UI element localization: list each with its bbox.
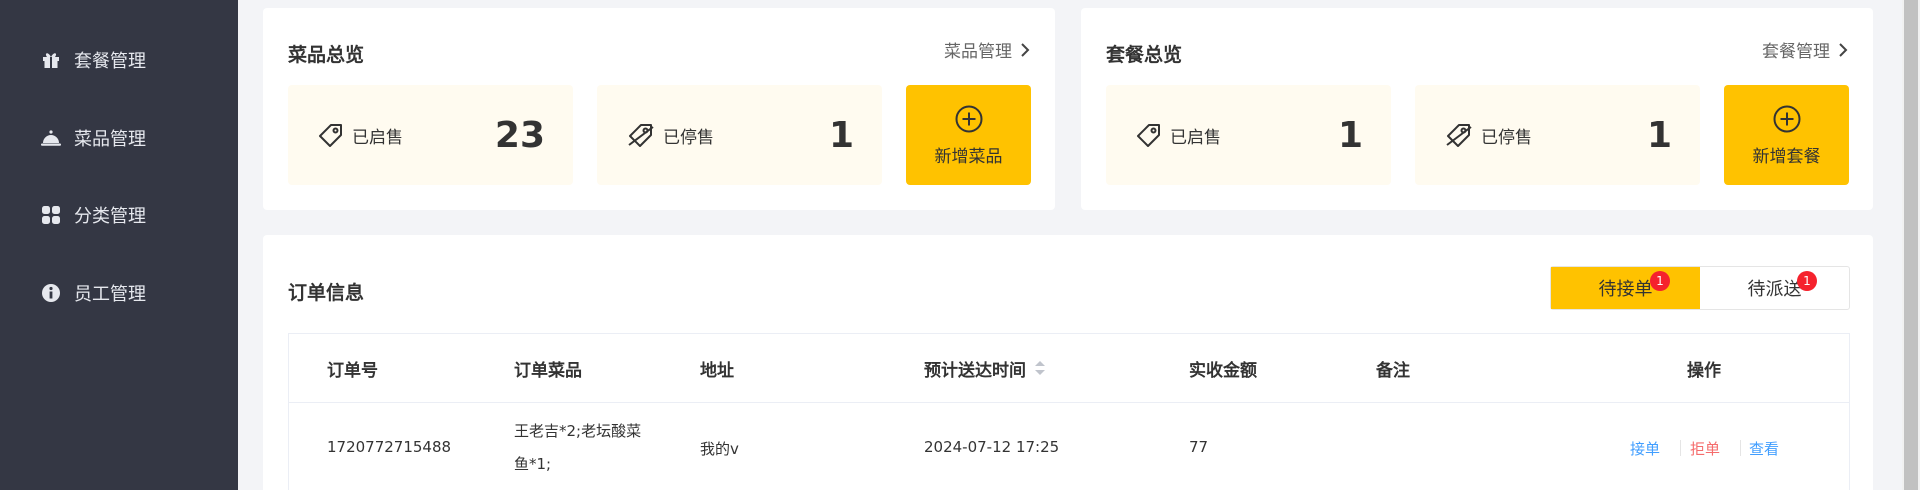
off-sale-stat: 已停售 1 xyxy=(597,85,882,185)
gift-icon xyxy=(40,49,62,71)
setmeal-overview-card: 套餐总览 套餐管理 已启售 1 已停售 1 新增套餐 xyxy=(1081,8,1873,210)
order-number: 1720772715488 xyxy=(327,438,452,456)
column-header: 订单号 xyxy=(327,360,378,381)
scrollbar-track[interactable] xyxy=(1902,0,1920,490)
count-badge: 1 xyxy=(1650,271,1670,291)
stat-count: 23 xyxy=(494,114,545,156)
divider xyxy=(289,402,1849,403)
on-sale-stat: 已启售 23 xyxy=(288,85,573,185)
dish-overview-card: 菜品总览 菜品管理 已启售 23 已停售 1 新增菜品 xyxy=(263,8,1055,210)
tab-label: 待接单 xyxy=(1598,279,1653,300)
sidebar: 套餐管理 菜品管理 分类管理 员工管理 xyxy=(0,0,238,490)
order-status-tabs: 待接单 1 待派送 1 xyxy=(1550,266,1850,310)
stat-label: 已停售 xyxy=(1481,127,1532,148)
tag-icon xyxy=(1136,122,1162,148)
stat-count: 1 xyxy=(1337,114,1363,156)
stat-count: 1 xyxy=(1646,114,1672,156)
reject-order-link[interactable]: 拒单 xyxy=(1690,438,1720,459)
add-label: 新增套餐 xyxy=(1752,146,1821,167)
add-dish-button[interactable]: 新增菜品 xyxy=(906,85,1031,185)
add-label: 新增菜品 xyxy=(934,146,1003,167)
stat-count: 1 xyxy=(828,114,854,156)
card-title: 订单信息 xyxy=(288,282,365,304)
dish-manage-link[interactable]: 菜品管理 xyxy=(944,37,1030,62)
sidebar-item-label: 员工管理 xyxy=(74,284,146,305)
order-amount: 77 xyxy=(1189,438,1209,456)
column-header: 操作 xyxy=(1687,360,1721,381)
tag-off-icon xyxy=(627,122,655,148)
column-header-sortable[interactable]: 预计送达时间 xyxy=(924,334,1046,402)
sidebar-item-label: 套餐管理 xyxy=(74,51,146,72)
divider xyxy=(1680,440,1681,456)
tab-pending-accept[interactable]: 待接单 1 xyxy=(1551,267,1700,309)
view-order-link[interactable]: 查看 xyxy=(1749,438,1779,459)
scrollbar-thumb[interactable] xyxy=(1904,0,1918,490)
order-eta: 2024-07-12 17:25 xyxy=(924,438,1060,456)
link-label: 菜品管理 xyxy=(944,42,1012,62)
dish-cover-icon xyxy=(40,127,62,149)
order-dishes-line2: 鱼*1; xyxy=(514,455,552,473)
sidebar-item-setmeal[interactable]: 套餐管理 xyxy=(40,45,146,75)
plus-circle-icon xyxy=(955,105,982,132)
tab-pending-delivery[interactable]: 待派送 1 xyxy=(1700,267,1849,309)
order-address: 我的v xyxy=(700,440,739,458)
add-setmeal-button[interactable]: 新增套餐 xyxy=(1724,85,1849,185)
off-sale-stat: 已停售 1 xyxy=(1415,85,1700,185)
stat-label: 已启售 xyxy=(352,127,403,148)
grid-icon xyxy=(40,204,62,226)
column-header: 地址 xyxy=(700,360,734,381)
count-badge: 1 xyxy=(1797,271,1817,291)
employee-icon xyxy=(40,282,62,304)
chevron-right-icon xyxy=(1839,42,1848,57)
accept-order-link[interactable]: 接单 xyxy=(1630,438,1660,459)
tag-icon xyxy=(318,122,344,148)
on-sale-stat: 已启售 1 xyxy=(1106,85,1391,185)
card-title: 套餐总览 xyxy=(1106,44,1183,66)
card-title: 菜品总览 xyxy=(288,44,365,66)
stat-label: 已停售 xyxy=(663,127,714,148)
sort-icon xyxy=(1035,361,1045,375)
order-dishes-line1: 王老吉*2;老坛酸菜 xyxy=(514,422,642,440)
link-label: 套餐管理 xyxy=(1762,42,1830,62)
tab-label: 待派送 xyxy=(1747,279,1802,300)
sidebar-item-category[interactable]: 分类管理 xyxy=(40,200,146,230)
column-header: 实收金额 xyxy=(1189,360,1257,381)
setmeal-manage-link[interactable]: 套餐管理 xyxy=(1762,37,1848,62)
chevron-right-icon xyxy=(1021,42,1030,57)
column-header: 备注 xyxy=(1376,360,1410,381)
order-table: 订单号 订单菜品 地址 预计送达时间 实收金额 备注 操作 1720772715… xyxy=(288,333,1850,490)
sidebar-item-employee[interactable]: 员工管理 xyxy=(40,278,146,308)
sidebar-item-label: 分类管理 xyxy=(74,206,146,227)
plus-circle-icon xyxy=(1773,105,1800,132)
column-header: 订单菜品 xyxy=(514,360,582,381)
sidebar-item-label: 菜品管理 xyxy=(74,129,146,150)
tag-off-icon xyxy=(1445,122,1473,148)
divider xyxy=(1740,440,1741,456)
sidebar-item-dish[interactable]: 菜品管理 xyxy=(40,123,146,153)
stat-label: 已启售 xyxy=(1170,127,1221,148)
column-header-label: 预计送达时间 xyxy=(924,360,1026,381)
